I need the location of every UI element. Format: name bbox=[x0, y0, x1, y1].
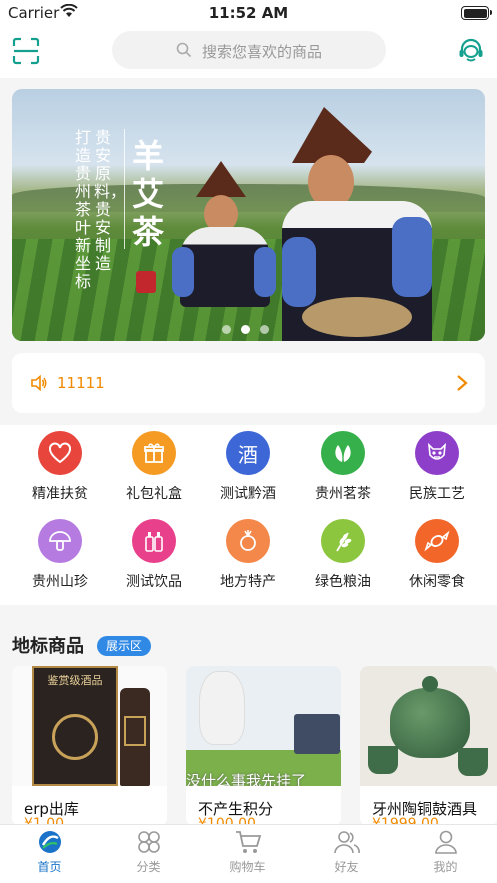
home-logo-icon bbox=[38, 831, 61, 853]
category-item[interactable]: 贵州茗茶 bbox=[295, 431, 391, 503]
heart-icon bbox=[38, 431, 82, 475]
tab-home[interactable]: 首页 bbox=[0, 829, 99, 875]
tab-category[interactable]: 分类 bbox=[99, 829, 198, 875]
speaker-icon bbox=[31, 374, 47, 392]
radish-icon bbox=[226, 519, 270, 563]
carousel-dot-active[interactable] bbox=[241, 325, 250, 334]
status-bar: Carrier 11:52 AM bbox=[0, 0, 497, 28]
product-card[interactable]: 鉴赏级酒品 erp出库 ¥1.00 bbox=[12, 666, 167, 826]
section-badge[interactable]: 展示区 bbox=[97, 636, 152, 656]
tab-friends[interactable]: 好友 bbox=[297, 829, 396, 875]
product-image bbox=[360, 666, 497, 786]
search-icon bbox=[176, 42, 192, 58]
mushroom-icon bbox=[38, 519, 82, 563]
carousel-dot[interactable] bbox=[222, 325, 231, 334]
category-item[interactable]: 民族工艺 bbox=[389, 431, 485, 503]
category-item[interactable]: 地方特产 bbox=[200, 519, 296, 591]
section-title: 地标商品 bbox=[12, 636, 84, 657]
clock: 11:52 AM bbox=[208, 4, 289, 22]
tea-leaf-icon bbox=[321, 431, 365, 475]
category-item[interactable]: 酒 测试黔酒 bbox=[200, 431, 296, 503]
chevron-right-icon[interactable] bbox=[455, 374, 469, 392]
tab-cart[interactable]: 购物车 bbox=[198, 829, 297, 875]
product-image: 没什么事我先挂了 bbox=[186, 666, 341, 786]
banner-carousel[interactable]: 打造贵州茶叶新坐标 贵安原料，贵安制造 羊艾茶 bbox=[12, 89, 485, 341]
category-item[interactable]: 精准扶贫 bbox=[12, 431, 108, 503]
friends-icon bbox=[333, 831, 360, 854]
liquor-icon: 酒 bbox=[226, 431, 270, 475]
ethnic-mask-icon bbox=[415, 431, 459, 475]
profile-icon bbox=[434, 830, 457, 854]
product-label: 没什么事我先挂了 bbox=[186, 772, 307, 786]
carousel-dot[interactable] bbox=[260, 325, 269, 334]
banner-slogan-2: 贵安原料，贵安制造 bbox=[94, 128, 127, 273]
customer-service-icon[interactable] bbox=[457, 37, 485, 65]
banner-brand: 羊艾茶 bbox=[132, 137, 165, 251]
banner-slogan-1: 打造贵州茶叶新坐标 bbox=[74, 128, 91, 291]
cart-icon bbox=[235, 831, 261, 853]
category-item[interactable]: 贵州山珍 bbox=[12, 519, 108, 591]
category-item[interactable]: 休闲零食 bbox=[389, 519, 485, 591]
product-label: 鉴赏级酒品 bbox=[47, 674, 103, 687]
tab-bar: 首页 分类 购物车 好友 我的 bbox=[0, 824, 497, 883]
battery-icon bbox=[461, 6, 492, 20]
category-item[interactable]: 绿色粮油 bbox=[295, 519, 391, 591]
drinks-icon bbox=[132, 519, 176, 563]
scan-icon[interactable] bbox=[12, 37, 40, 65]
search-placeholder: 搜索您喜欢的商品 bbox=[202, 43, 323, 61]
top-nav: 搜索您喜欢的商品 bbox=[0, 28, 497, 78]
gift-icon bbox=[132, 431, 176, 475]
category-grid: 精准扶贫 礼包礼盒 酒 测试黔酒 贵州茗茶 民族工艺 贵州山珍 测试饮品 地方特… bbox=[0, 425, 497, 605]
product-image: 鉴赏级酒品 bbox=[12, 666, 167, 786]
category-item[interactable]: 礼包礼盒 bbox=[106, 431, 202, 503]
banner-seal bbox=[136, 271, 156, 293]
product-card[interactable]: 没什么事我先挂了 不产生积分 ¥100.00 bbox=[186, 666, 341, 826]
search-bar[interactable]: 搜索您喜欢的商品 bbox=[112, 31, 386, 69]
product-card[interactable]: 牙州陶铜鼓酒具 ¥1999.00 bbox=[360, 666, 497, 826]
tab-profile[interactable]: 我的 bbox=[396, 829, 495, 875]
notice-bar[interactable]: 11111 bbox=[12, 353, 485, 413]
carousel-indicator[interactable] bbox=[222, 325, 269, 334]
category-icon bbox=[137, 831, 160, 853]
grain-icon bbox=[321, 519, 365, 563]
category-item[interactable]: 测试饮品 bbox=[106, 519, 202, 591]
candy-icon bbox=[415, 519, 459, 563]
notice-text: 11111 bbox=[57, 374, 105, 392]
